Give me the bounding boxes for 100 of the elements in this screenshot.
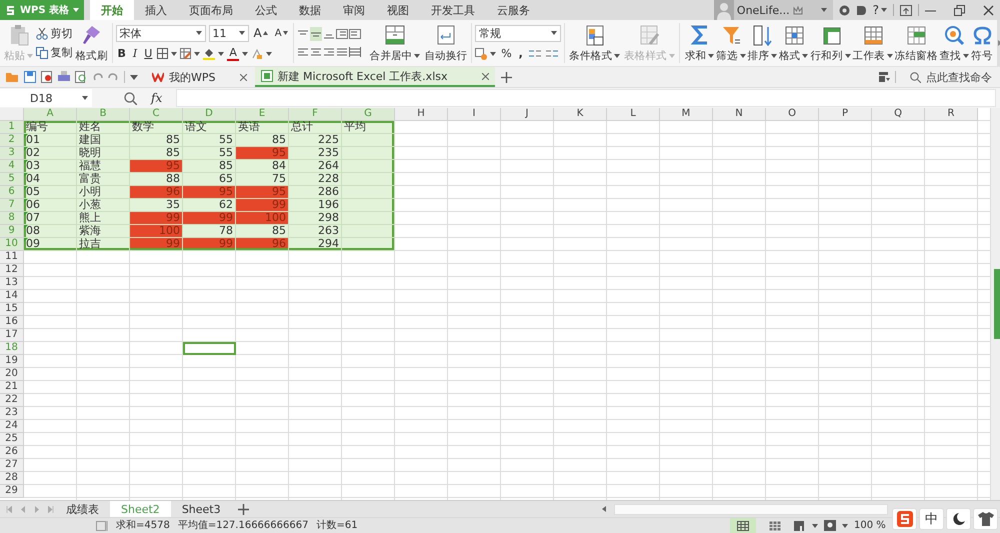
dropdown-icon[interactable] [130, 74, 138, 80]
sheet-tab[interactable]: Sheet3 [170, 501, 232, 517]
ribbon-button[interactable]: 合并居中 [368, 24, 422, 62]
decrease-decimal-icon[interactable] [544, 48, 559, 59]
close-icon[interactable] [983, 4, 994, 16]
grow-font-button[interactable]: A [252, 25, 270, 41]
horizontal-scrollbar[interactable] [614, 504, 888, 514]
add-sheet-icon[interactable] [238, 504, 249, 514]
cut-button[interactable]: 剪切 [36, 26, 72, 41]
number-format-field[interactable]: 常规 [475, 24, 562, 42]
formula-input[interactable] [176, 89, 996, 107]
active-cell[interactable] [183, 342, 236, 355]
copy-button[interactable]: 复制 [36, 45, 72, 60]
ribbon-tab[interactable]: 视图 [376, 0, 420, 20]
input-mode-button[interactable]: 中 [919, 508, 944, 530]
column-header[interactable]: H [395, 108, 448, 121]
print-preview-icon[interactable] [75, 71, 87, 83]
font-color-button[interactable]: A [227, 46, 239, 60]
ime-night-mode-button[interactable] [946, 508, 971, 530]
ribbon-tab[interactable]: 开发工具 [420, 0, 486, 20]
plus-icon[interactable] [500, 72, 512, 82]
ribbon-tab[interactable]: 公式 [244, 0, 288, 20]
align-left-icon[interactable] [296, 47, 309, 57]
column-header[interactable]: K [554, 108, 607, 121]
column-header[interactable]: N [713, 108, 766, 121]
row-header[interactable]: 29 [0, 485, 24, 498]
percent-button[interactable]: % [499, 46, 514, 62]
column-header[interactable]: J [501, 108, 554, 121]
row-header[interactable]: 15 [0, 303, 24, 316]
moon-icon[interactable] [952, 512, 966, 526]
ribbon-tab[interactable]: 页面布局 [178, 0, 244, 20]
ribbon-button[interactable]: 冻结窗格 [894, 24, 938, 62]
cell-style-icon[interactable] [180, 48, 192, 59]
fill-color-icon[interactable] [203, 48, 216, 60]
row-header[interactable]: 12 [0, 264, 24, 277]
eye-protection-icon[interactable] [824, 520, 836, 531]
ribbon-tab[interactable]: 云服务 [486, 0, 542, 20]
scroll-left-icon[interactable] [602, 506, 606, 512]
print-icon[interactable] [58, 71, 70, 83]
ribbon-tab[interactable]: 审阅 [332, 0, 376, 20]
row-header[interactable]: 24 [0, 420, 24, 433]
justify-icon[interactable] [336, 47, 348, 57]
row-header[interactable]: 28 [0, 472, 24, 485]
font-size-field[interactable]: 11 [208, 24, 249, 42]
clear-format-icon[interactable] [250, 48, 263, 60]
ribbon-button[interactable]: 工作表 [852, 24, 894, 62]
italic-button[interactable]: I [130, 46, 140, 62]
panel-icon[interactable] [879, 72, 890, 82]
font-field[interactable]: 宋体 [116, 24, 206, 42]
help-button[interactable]: ? [872, 3, 887, 17]
row-header[interactable]: 26 [0, 446, 24, 459]
pdf-icon[interactable] [41, 71, 53, 83]
row-header[interactable]: 23 [0, 407, 24, 420]
ribbon-tab[interactable]: 插入 [134, 0, 178, 20]
distributed-icon[interactable] [348, 47, 361, 57]
vertical-scrollbar[interactable] [990, 108, 1000, 500]
function-button[interactable]: fx [145, 91, 168, 105]
ime-skin-button[interactable] [973, 508, 998, 530]
ribbon-button[interactable]: 排序 [746, 24, 778, 62]
comma-button[interactable]: , [516, 46, 525, 62]
column-header[interactable]: L [607, 108, 660, 121]
document-tab[interactable]: 我的WPS [146, 67, 252, 87]
document-tab[interactable]: 新建 Microsoft Excel 工作表.xlsx [254, 67, 494, 87]
align-center-icon[interactable] [310, 47, 322, 57]
shirt-icon[interactable] [978, 512, 994, 526]
row-header[interactable]: 19 [0, 355, 24, 368]
view-button[interactable] [730, 518, 756, 533]
restore-icon[interactable] [954, 4, 965, 16]
ribbon-button[interactable]: 格式 [778, 24, 810, 62]
row-header[interactable]: 14 [0, 290, 24, 303]
row-header[interactable]: 11 [0, 251, 24, 264]
column-header[interactable]: M [660, 108, 713, 121]
increase-decimal-icon[interactable] [528, 48, 542, 59]
save-icon[interactable] [24, 71, 36, 83]
input-method-logo-icon[interactable] [896, 511, 912, 527]
underline-button[interactable]: U [142, 46, 154, 62]
row-header[interactable]: 25 [0, 433, 24, 446]
row-header[interactable]: 17 [0, 329, 24, 342]
zoom-icon[interactable] [124, 92, 137, 104]
bold-button[interactable]: B [116, 46, 128, 62]
column-header[interactable]: I [448, 108, 501, 121]
ribbon-button[interactable]: 查找 [938, 24, 970, 62]
ribbon-button[interactable]: 自动换行 [423, 24, 468, 62]
row-header[interactable]: 27 [0, 459, 24, 472]
row-header[interactable]: 20 [0, 368, 24, 381]
ime-logo-button[interactable] [892, 508, 917, 530]
format-painter-button[interactable]: 格式刷 [74, 24, 109, 62]
shrink-font-button[interactable]: A [272, 25, 290, 41]
increase-indent-icon[interactable] [348, 29, 361, 39]
ribbon-button[interactable]: 条件格式 [568, 24, 622, 62]
account-button[interactable]: OneLife... [714, 0, 833, 20]
column-header[interactable]: P [819, 108, 872, 121]
column-header[interactable]: O [766, 108, 819, 121]
row-header[interactable]: 16 [0, 316, 24, 329]
row-header[interactable]: 22 [0, 394, 24, 407]
ribbon-button[interactable]: 筛选 [715, 24, 747, 62]
ribbon-button[interactable]: 求和 [684, 24, 716, 62]
sheet-tab[interactable]: 成绩表 [55, 501, 110, 517]
ribbon-tab[interactable]: 数据 [288, 0, 332, 20]
column-header[interactable]: Q [872, 108, 925, 121]
